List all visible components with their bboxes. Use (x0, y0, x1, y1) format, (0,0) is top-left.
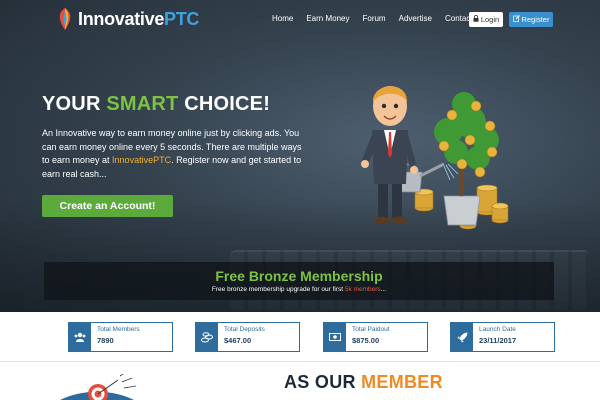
create-account-button[interactable]: Create an Account! (42, 195, 173, 217)
site-logo[interactable]: InnovativePTC (56, 7, 199, 31)
hero-section: InnovativePTC Home Earn Money Forum Adve… (0, 0, 600, 312)
logo-text-ptc: PTC (164, 8, 200, 29)
businessman-figure (361, 86, 418, 224)
edit-icon (512, 15, 520, 24)
stat-label: Total Members (97, 326, 140, 333)
logo-icon (59, 8, 71, 30)
nav-link-advertise[interactable]: Advertise (399, 14, 432, 23)
nav-link-home[interactable]: Home (272, 14, 293, 23)
cash-icon (324, 323, 346, 351)
stat-value: $875.00 (352, 336, 380, 345)
register-label: Register (521, 15, 550, 24)
hero-intro-text: An Innovative way to earn money online j… (42, 128, 302, 179)
stat-value: 7890 (97, 336, 114, 345)
logo-text-innovative: Innovative (78, 8, 165, 29)
users-icon (69, 323, 91, 351)
stat-label: Total Deposits (224, 326, 265, 333)
free-bronze-banner: Free Bronze Membership Free bronze membe… (44, 262, 554, 300)
page: InnovativePTC Home Earn Money Forum Adve… (0, 0, 600, 400)
target-illustration (60, 374, 137, 400)
banner-highlight: 5k members (344, 286, 381, 293)
stat-total-members: Total Members 7890 (68, 322, 173, 352)
login-button[interactable]: Login (469, 12, 503, 27)
stat-total-paidout: Total Paidout $875.00 (323, 322, 428, 352)
stat-label: Total Paidout (352, 326, 390, 333)
register-button[interactable]: Register (509, 12, 553, 27)
nav-link-earn-money[interactable]: Earn Money (306, 14, 349, 23)
banner-title: Free Bronze Membership (215, 268, 383, 284)
intro-brand-name: InnovativePTC (112, 155, 172, 165)
nav-link-forum[interactable]: Forum (362, 14, 385, 23)
stats-row: Total Members 7890 Total Deposits $467.0… (0, 312, 600, 362)
banner-subtitle: Free bronze membership upgrade for our f… (211, 286, 387, 293)
member-section-title: AS OUR MEMBER (284, 372, 443, 392)
rocket-icon (451, 323, 473, 351)
stat-value: $467.00 (224, 336, 252, 345)
main-menu: Home Earn Money Forum Advertise Contact … (272, 14, 498, 23)
stat-total-deposits: Total Deposits $467.00 (195, 322, 300, 352)
login-label: Login (480, 15, 500, 24)
top-navbar: InnovativePTC Home Earn Money Forum Adve… (0, 0, 600, 40)
stat-launch-date: Launch Date 23/11/2017 (450, 322, 555, 352)
stat-label: Launch Date (479, 326, 516, 333)
hero-headline: YOUR SMART CHOICE! (42, 93, 271, 115)
lock-icon (473, 15, 479, 24)
coins-icon (196, 323, 218, 351)
money-tree-illustration (361, 86, 509, 230)
stat-value: 23/11/2017 (479, 336, 517, 345)
